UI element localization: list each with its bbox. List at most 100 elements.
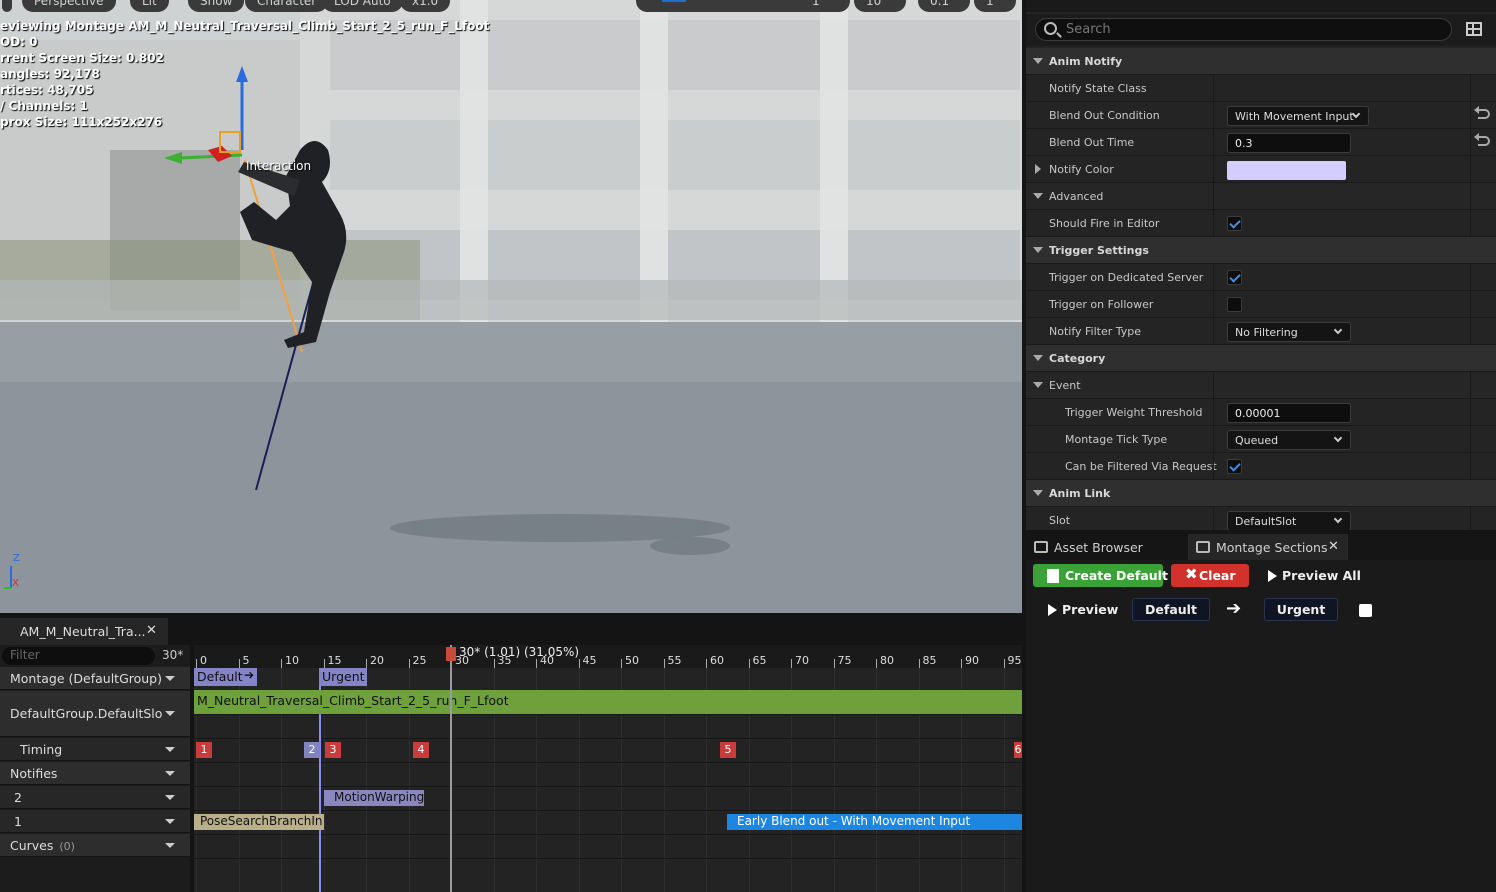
close-icon[interactable]: ✕	[1328, 539, 1339, 554]
track-header[interactable]: 1	[0, 810, 190, 833]
track-header[interactable]: Notifies	[0, 762, 190, 785]
chevron-down-icon[interactable]	[165, 842, 175, 848]
details-search-input[interactable]: Search	[1035, 18, 1452, 41]
track-header[interactable]: Timing	[0, 738, 190, 761]
track-header[interactable]: Montage (DefaultGroup)	[0, 667, 190, 690]
collapse-arrow-icon[interactable]	[1035, 164, 1041, 174]
ruler-tick	[918, 659, 920, 668]
preview-all-button[interactable]: Preview All	[1264, 564, 1364, 587]
track-header[interactable]: 2	[0, 786, 190, 809]
section-chip-default[interactable]: Default ➔	[194, 668, 257, 686]
property-row[interactable]: Trigger Settings	[1026, 237, 1496, 264]
ruler-tick	[833, 659, 835, 668]
create-default-button[interactable]: Create Default	[1033, 564, 1168, 587]
lod-button[interactable]: LOD Auto	[322, 0, 403, 12]
property-matrix-icon[interactable]	[1466, 22, 1482, 36]
tab-montage-asset[interactable]: AM_M_Neutral_Tra... ✕	[0, 618, 168, 645]
fps-label[interactable]: 30*	[162, 648, 183, 662]
branch-marker[interactable]: 1	[196, 742, 212, 758]
tab-asset-browser[interactable]: Asset Browser	[1026, 534, 1186, 560]
branch-marker[interactable]: 3	[325, 742, 341, 758]
ruler-tick-label: 90	[965, 654, 979, 667]
reset-to-default-icon[interactable]	[1474, 106, 1490, 119]
notify-early-blend-out[interactable]: Early Blend out - With Movement Input	[727, 814, 1022, 830]
viewport-menu-button[interactable]	[2, 0, 12, 12]
expand-arrow-icon[interactable]	[1033, 58, 1043, 64]
expand-arrow-icon[interactable]	[1033, 247, 1043, 253]
close-icon[interactable]: ✕	[146, 623, 157, 638]
dropdown[interactable]: DefaultSlot	[1227, 511, 1351, 530]
rotate-snap-button[interactable]: 10	[854, 0, 906, 12]
notify-motion-warping[interactable]: MotionWarping	[324, 790, 424, 806]
camera-speed-button[interactable]: 1	[974, 0, 1016, 12]
checkbox[interactable]	[1227, 270, 1242, 285]
viewport[interactable]: Perspective Lit Show Character LOD Auto …	[0, 0, 1022, 613]
chevron-down-icon[interactable]	[165, 675, 175, 681]
notify-pose-search[interactable]: PoseSearchBranchIn	[194, 814, 324, 830]
time-ruler[interactable]: 0 5 10 15 20 25 30 35 40 45 50 55 60 65 70 75 80 85 90 95	[194, 645, 1022, 668]
translate-icon[interactable]	[662, 0, 686, 2]
section-chip-urgent[interactable]: Urgent	[319, 668, 367, 686]
property-row: Montage Tick Type Queued	[1026, 426, 1496, 453]
dropdown[interactable]: With Movement Input	[1227, 106, 1369, 126]
arrow-right-icon[interactable]: ➔	[1226, 598, 1241, 619]
number-field[interactable]: 0.3	[1227, 133, 1351, 153]
reset-to-default-icon[interactable]	[1474, 133, 1490, 146]
chevron-down-icon[interactable]	[165, 794, 175, 800]
preview-button[interactable]: Preview	[1044, 598, 1128, 621]
chevron-down-icon[interactable]	[165, 746, 175, 752]
playhead[interactable]	[450, 645, 452, 892]
section-urgent[interactable]: Urgent	[1264, 598, 1338, 621]
playhead-handle[interactable]	[446, 647, 456, 661]
property-row[interactable]: Category	[1026, 345, 1496, 372]
expand-arrow-icon[interactable]	[1033, 193, 1043, 199]
tab-montage-sections[interactable]: Montage Sections ✕	[1188, 534, 1348, 560]
timeline-tracks-area[interactable]: 0 5 10 15 20 25 30 35 40 45 50 55 60 65 70 75 80 85 90 95 D…	[194, 645, 1022, 892]
show-button[interactable]: Show	[188, 0, 245, 12]
ruler-tick	[323, 659, 325, 668]
clear-button[interactable]: ✖ Clear	[1171, 564, 1249, 587]
number-field[interactable]: 0.00001	[1227, 403, 1351, 423]
checkbox[interactable]	[1227, 216, 1242, 231]
section-marker[interactable]: 2	[304, 742, 320, 758]
track-header[interactable]: DefaultGroup.DefaultSlo	[0, 691, 190, 737]
property-row[interactable]: Event	[1026, 372, 1496, 399]
property-row[interactable]: Anim Link	[1026, 480, 1496, 507]
property-row[interactable]: Anim Notify	[1026, 48, 1496, 75]
chevron-down-icon[interactable]	[165, 770, 175, 776]
track-header[interactable]: Curves (0)	[0, 834, 190, 857]
perspective-button[interactable]: Perspective	[22, 0, 116, 12]
chevron-down-icon[interactable]	[165, 711, 175, 716]
property-row[interactable]: Advanced	[1026, 183, 1496, 210]
branch-marker[interactable]: 5	[720, 742, 736, 758]
scale-snap-button[interactable]: 0.1	[918, 0, 970, 12]
ruler-tick	[1003, 659, 1005, 668]
checkbox[interactable]	[1227, 459, 1242, 474]
property-label: Blend Out Time	[1049, 136, 1135, 149]
section-default[interactable]: Default	[1132, 598, 1210, 621]
dropdown[interactable]: Queued	[1227, 430, 1351, 450]
grid-snap-button[interactable]: 1	[800, 0, 850, 12]
color-swatch[interactable]	[1227, 161, 1346, 180]
ruler-tick-label: 45	[582, 654, 597, 667]
dropdown[interactable]: No Filtering	[1227, 322, 1351, 342]
anim-sequence-bar[interactable]: M_Neutral_Traversal_Climb_Start_2_5_run_…	[194, 690, 1022, 714]
branch-marker[interactable]: 4	[413, 742, 429, 758]
character-button[interactable]: Character	[245, 0, 329, 12]
ruler-tick	[408, 659, 410, 668]
checkbox[interactable]	[1227, 297, 1242, 312]
track-filter-input[interactable]: Filter	[2, 647, 155, 665]
lit-button[interactable]: Lit	[130, 0, 169, 12]
playback-speed-button[interactable]: x1.0	[400, 0, 451, 12]
expand-arrow-icon[interactable]	[1033, 355, 1043, 361]
chevron-down-icon[interactable]	[165, 818, 175, 824]
branch-marker[interactable]: 6	[1014, 742, 1022, 758]
stat-line: prox Size: 111x252x276	[0, 115, 163, 129]
expand-arrow-icon[interactable]	[1033, 382, 1043, 388]
expand-arrow-icon[interactable]	[1033, 490, 1043, 496]
ruler-tick-label: 15	[327, 654, 342, 667]
details-tabstrip[interactable]	[1026, 0, 1496, 12]
loop-checkbox[interactable]	[1359, 604, 1372, 617]
stat-line: / Channels: 1	[0, 99, 88, 113]
chevron-down-icon	[1333, 433, 1343, 443]
